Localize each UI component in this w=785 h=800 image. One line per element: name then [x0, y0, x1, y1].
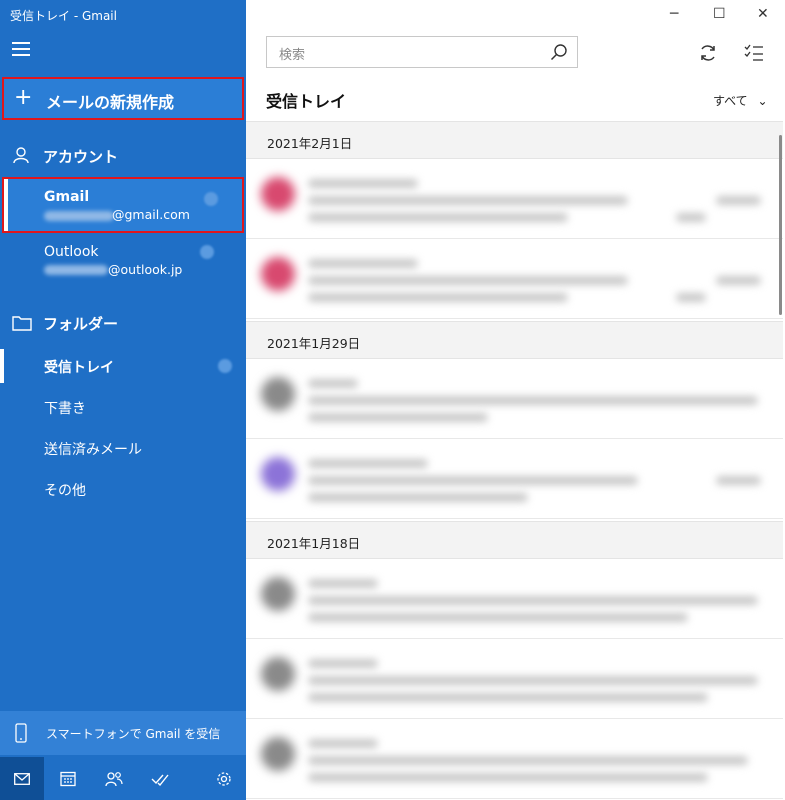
new-mail-button[interactable]: + メールの新規作成	[2, 77, 244, 120]
close-icon[interactable]: ✕	[757, 6, 769, 22]
maximize-icon[interactable]: ☐	[713, 6, 726, 22]
account-email: @gmail.com	[112, 207, 190, 222]
phone-promo-text: スマートフォンで Gmail を受信	[46, 727, 221, 741]
navigation-pane: 受信トレイ - Gmail + メールの新規作成 アカウント Gmail @gm…	[0, 0, 246, 800]
settings-icon[interactable]	[202, 757, 246, 800]
mail-icon[interactable]	[0, 757, 44, 800]
inbox-title: 受信トレイ	[266, 92, 347, 111]
window-title: 受信トレイ - Gmail	[10, 9, 117, 23]
date-group-header: 2021年1月18日	[246, 521, 783, 559]
folder-item-inbox[interactable]: 受信トレイ	[44, 357, 114, 377]
avatar	[261, 177, 295, 211]
search-input[interactable]: 検索	[266, 36, 578, 68]
account-email: @outlook.jp	[108, 262, 183, 277]
message-list-pane: ─ ☐ ✕ 検索 受信トレイ すべて ⌄ 2021年2月1日 2021年1月29…	[246, 0, 785, 800]
folder-item-more[interactable]: その他	[44, 480, 86, 500]
search-icon[interactable]	[550, 43, 568, 65]
date-group-header: 2021年2月1日	[246, 121, 783, 159]
unread-count-badge	[200, 245, 214, 259]
avatar	[261, 657, 295, 691]
bottom-nav-bar	[0, 757, 246, 800]
minimize-icon[interactable]: ─	[670, 6, 678, 22]
filter-label: すべて	[713, 94, 748, 108]
mail-item[interactable]	[246, 159, 783, 239]
account-item-outlook[interactable]: Outlook @outlook.jp	[2, 238, 244, 288]
selection-indicator	[4, 179, 8, 231]
date-label: 2021年1月29日	[267, 336, 361, 351]
folders-header: フォルダー	[43, 315, 119, 333]
mail-item[interactable]	[246, 559, 783, 639]
date-label: 2021年1月18日	[267, 536, 361, 551]
hamburger-menu-icon[interactable]	[12, 42, 30, 58]
todo-icon[interactable]	[138, 757, 182, 800]
unread-count-badge	[218, 359, 232, 373]
phone-promo-link[interactable]: スマートフォンで Gmail を受信	[0, 711, 246, 755]
mail-item[interactable]	[246, 439, 783, 519]
calendar-icon[interactable]	[46, 757, 90, 800]
plus-icon: +	[14, 85, 33, 110]
redacted-username	[44, 265, 108, 275]
avatar	[261, 257, 295, 291]
avatar	[261, 457, 295, 491]
person-icon	[12, 146, 30, 168]
avatar	[261, 737, 295, 771]
scrollbar[interactable]	[779, 135, 782, 315]
mail-item[interactable]	[246, 639, 783, 719]
sync-icon[interactable]	[698, 43, 718, 67]
date-label: 2021年2月1日	[267, 136, 353, 151]
account-item-gmail[interactable]: Gmail @gmail.com	[2, 177, 244, 233]
new-mail-label: メールの新規作成	[46, 93, 175, 112]
people-icon[interactable]	[92, 757, 136, 800]
folder-item-drafts[interactable]: 下書き	[44, 398, 86, 418]
unread-count-badge	[204, 192, 218, 206]
chevron-down-icon: ⌄	[757, 94, 768, 108]
filter-dropdown[interactable]: すべて ⌄	[713, 92, 768, 109]
folder-item-sent[interactable]: 送信済みメール	[44, 439, 142, 459]
mail-item[interactable]	[246, 719, 783, 799]
search-placeholder: 検索	[279, 48, 306, 63]
avatar	[261, 377, 295, 411]
date-group-header: 2021年1月29日	[246, 321, 783, 359]
folder-icon	[12, 315, 32, 335]
redacted-username	[44, 211, 114, 221]
phone-icon	[15, 723, 27, 747]
avatar	[261, 577, 295, 611]
selection-indicator	[0, 349, 4, 383]
accounts-header: アカウント	[43, 148, 119, 166]
account-name: Gmail	[44, 189, 90, 205]
account-name: Outlook	[44, 244, 99, 260]
mail-item[interactable]	[246, 239, 783, 319]
mail-item[interactable]	[246, 359, 783, 439]
selection-mode-icon[interactable]	[744, 44, 764, 66]
